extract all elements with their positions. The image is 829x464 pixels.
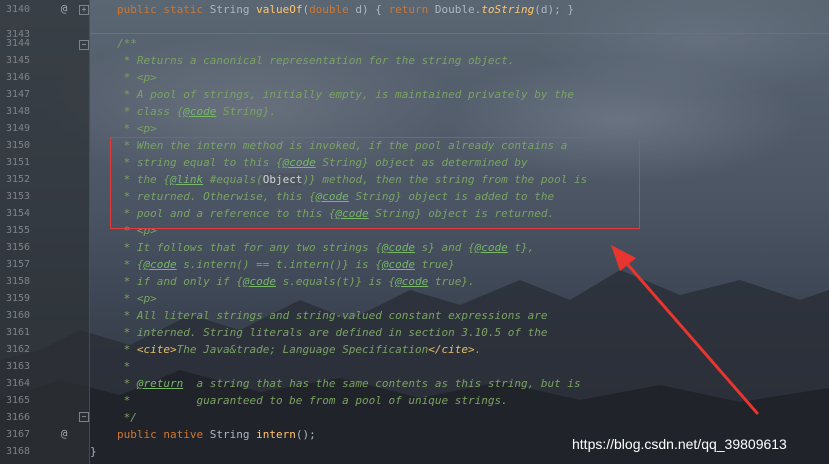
watermark-text: https://blog.csdn.net/qq_39809613 xyxy=(572,436,787,452)
red-arrow-annotation xyxy=(611,245,759,415)
